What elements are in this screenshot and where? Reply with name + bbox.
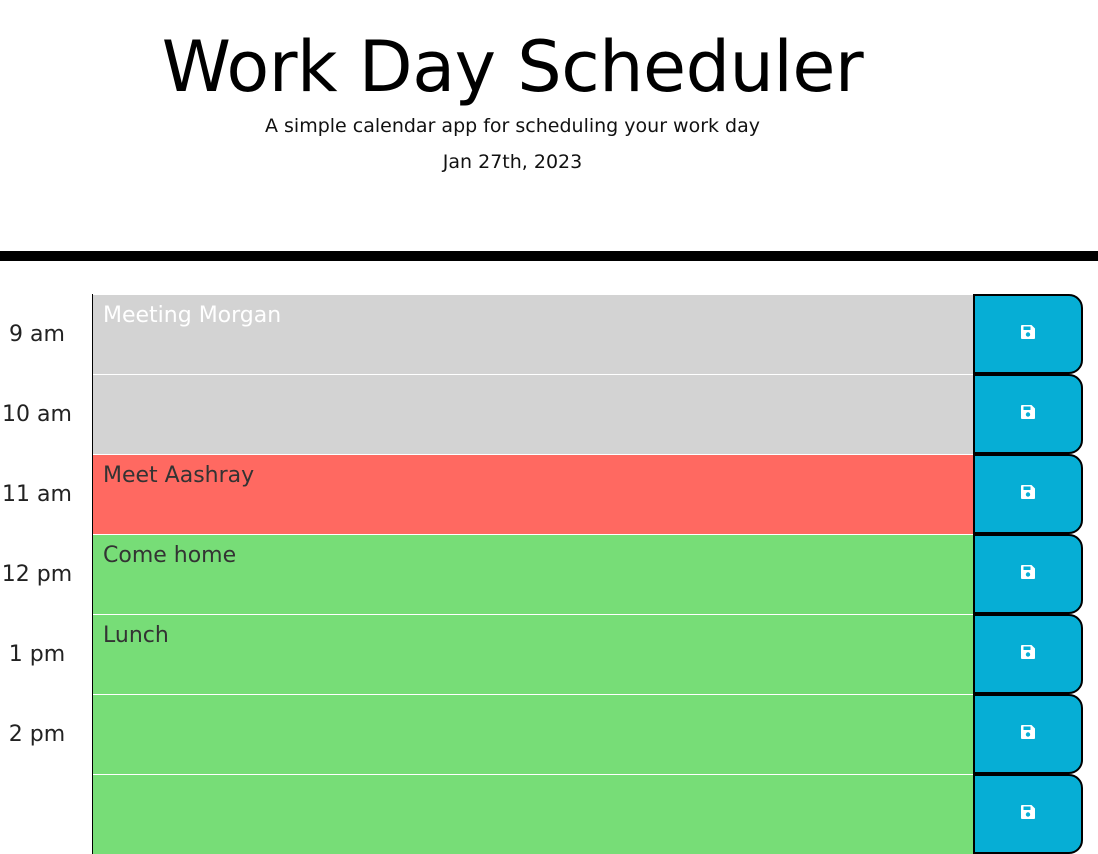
- header-jumbotron: Work Day Scheduler A simple calendar app…: [0, 0, 1098, 261]
- event-description-textarea[interactable]: Lunch: [93, 614, 973, 694]
- floppy-disk-icon: [1020, 564, 1036, 584]
- event-description-textarea[interactable]: [93, 694, 973, 774]
- floppy-disk-icon: [1020, 804, 1036, 824]
- hour-label: 10 am: [0, 374, 93, 454]
- hour-label: [0, 774, 93, 854]
- save-button[interactable]: [973, 454, 1083, 534]
- time-block-row: 9 am Meeting Morgan: [0, 294, 1083, 374]
- save-button[interactable]: [973, 294, 1083, 374]
- floppy-disk-icon: [1020, 404, 1036, 424]
- event-description-textarea[interactable]: Meet Aashray: [93, 454, 973, 534]
- hour-label: 12 pm: [0, 534, 93, 614]
- page-subtitle: A simple calendar app for scheduling you…: [264, 115, 761, 137]
- current-day: Jan 27th, 2023: [442, 151, 583, 173]
- time-block-row: 11 am Meet Aashray: [0, 454, 1083, 534]
- time-block-row: 1 pm Lunch: [0, 614, 1083, 694]
- hour-label: 9 am: [0, 294, 93, 374]
- event-description-textarea[interactable]: [93, 774, 973, 854]
- time-block-row: 12 pm Come home: [0, 534, 1083, 614]
- save-button[interactable]: [973, 534, 1083, 614]
- hour-label: 2 pm: [0, 694, 93, 774]
- time-block-list: 9 am Meeting Morgan 10 am 11 am Meet Aashray…: [0, 294, 1098, 854]
- time-block-row: 10 am: [0, 374, 1083, 454]
- page-title: Work Day Scheduler: [161, 26, 864, 108]
- hour-label: 11 am: [0, 454, 93, 534]
- floppy-disk-icon: [1020, 484, 1036, 504]
- save-button[interactable]: [973, 614, 1083, 694]
- event-description-textarea[interactable]: Meeting Morgan: [93, 294, 973, 374]
- event-description-textarea[interactable]: Come home: [93, 534, 973, 614]
- floppy-disk-icon: [1020, 324, 1036, 344]
- floppy-disk-icon: [1020, 724, 1036, 744]
- event-description-textarea[interactable]: [93, 374, 973, 454]
- save-button[interactable]: [973, 774, 1083, 854]
- save-button[interactable]: [973, 694, 1083, 774]
- time-block-row: [0, 774, 1083, 854]
- floppy-disk-icon: [1020, 644, 1036, 664]
- hour-label: 1 pm: [0, 614, 93, 694]
- save-button[interactable]: [973, 374, 1083, 454]
- time-block-row: 2 pm: [0, 694, 1083, 774]
